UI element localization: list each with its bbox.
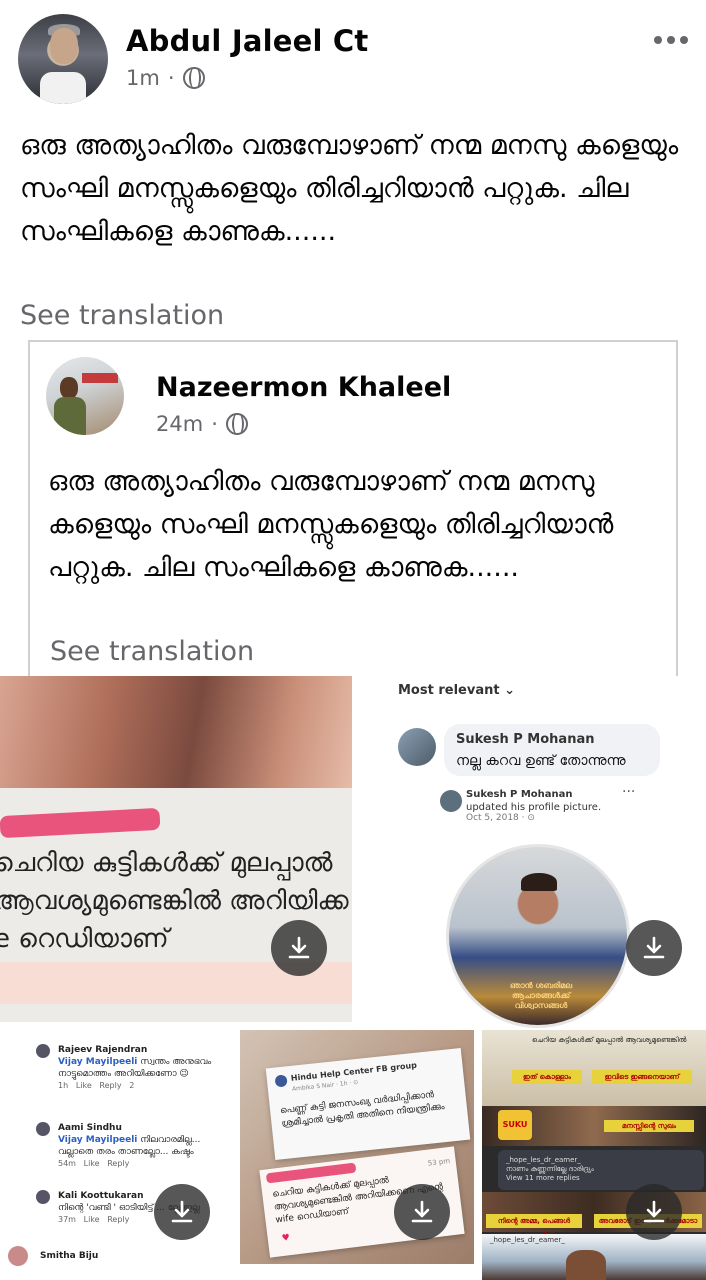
download-icon[interactable] (626, 920, 682, 976)
shared-author-name[interactable]: Nazeermon Khaleel (156, 372, 451, 403)
update-desc: updated his profile picture. (466, 802, 602, 813)
photo-1[interactable]: ചെറിയ കുട്ടികൾക്ക് മുലപ്പാൽ ആവശ്യമുണ്ടെങ… (0, 676, 352, 1022)
group-icon (274, 1074, 288, 1088)
comment-1: Rajeev Rajendran Vijay Mayilpeeli സ്വന്ത… (58, 1045, 212, 1090)
comment-text: നല്ല കറവ ഉണ്ട് തോന്നുന്നു (456, 753, 626, 769)
meme-panel-1: ചെറിയ കുട്ടികൾക്ക് മുലപ്പാൽ ആവശ്യമുണ്ടെങ… (482, 1030, 706, 1106)
meme-top-text: ചെറിയ കുട്ടികൾക്ക് മുലപ്പാൽ ആവശ്യമുണ്ടെങ… (532, 1036, 687, 1044)
post-meta: 1m · (126, 66, 205, 90)
heart-icon: ♥ (281, 1233, 291, 1244)
profile-picture-circle: ഞാൻ ശബരിമല ആചാരങ്ങൾക്ക് വിശ്വാസങ്ങൾ (446, 844, 630, 1028)
update-avatar (440, 790, 462, 812)
commenter-avatar (8, 1246, 28, 1266)
meme-badge: SUKU CHA (498, 1110, 532, 1159)
download-icon[interactable] (626, 1184, 682, 1240)
meme-caption: മനസ്സിന്റെ സുഖം (604, 1120, 694, 1132)
photo-1-line-2: ആവശ്യമുണ്ടെങ്കിൽ അറിയിക്ക (0, 886, 349, 916)
photo-5[interactable]: ചെറിയ കുട്ടികൾക്ക് മുലപ്പാൽ ആവശ്യമുണ്ടെങ… (482, 1030, 706, 1280)
commenter-avatar (398, 728, 436, 766)
commenter-avatar (36, 1122, 50, 1136)
shared-post-text: ഒരു അത്യാഹിതം വരുമ്പോഴാണ് നന്മ മനസു കളെയ… (48, 466, 614, 583)
shared-post-time[interactable]: 24m (156, 412, 203, 436)
post-text: ഒരു അത്യാഹിതം വരുമ്പോഴാണ് നന്മ മനസു കളെയ… (20, 130, 679, 247)
meme-caption: ഇത് കൊള്ളാം (512, 1070, 582, 1084)
photo-2[interactable]: Most relevant ⌄ Sukesh P Mohanan നല്ല കറ… (376, 676, 706, 1028)
update-name: Sukesh P Mohanan (466, 789, 573, 800)
shared-post-meta: 24m · (156, 412, 248, 436)
photo-1-line-1: ചെറിയ കുട്ടികൾക്ക് മുലപ്പാൽ (0, 848, 333, 878)
frame-text: ഞാൻ ശബരിമല ആചാരങ്ങൾക്ക് വിശ്വാസങ്ങൾ (509, 981, 573, 1010)
photo-4[interactable]: Hindu Help Center FB group Ambika S Nair… (240, 1030, 474, 1264)
meme-panel-4: _hope_les_dr_eamer_ (482, 1234, 706, 1280)
screenshot-card-1: Hindu Help Center FB group Ambika S Nair… (265, 1048, 471, 1160)
shared-see-translation-link[interactable]: See translation (50, 636, 254, 667)
meme-panel-2: SUKU CHA മനസ്സിന്റെ സുഖം (482, 1106, 706, 1159)
update-date: Oct 5, 2018 · ⊙ (466, 813, 535, 823)
meme-comment-panel: _hope_les_dr_eamer_ നാണം കുണ്ണുന്നില്ലേ … (498, 1150, 704, 1190)
author-name[interactable]: Abdul Jaleel Ct (126, 24, 368, 58)
more-icon: ··· (622, 784, 636, 800)
update-text: Sukesh P Mohanan updated his profile pic… (466, 788, 616, 814)
meta-separator: · (211, 412, 218, 436)
photo-1-skin-closeup (0, 676, 352, 788)
see-translation-link[interactable]: See translation (20, 300, 224, 331)
sort-label: Most relevant ⌄ (398, 683, 515, 698)
meme-comment: _hope_les_dr_eamer_ നാണം കുണ്ണുന്നില്ലേ … (506, 1156, 594, 1182)
message-time: 53 pm (427, 1156, 451, 1168)
group-post-text: പെണ്ണ് കുട്ടി ജനസംഖ്യ വർദ്ധിപ്പിക്കാൻ ശ്… (279, 1090, 446, 1130)
more-options-icon[interactable] (654, 36, 688, 44)
download-icon[interactable] (394, 1184, 450, 1240)
download-icon[interactable] (271, 920, 327, 976)
meme-caption: ഇവിടെ ഇങ്ങനെയാണ് (592, 1070, 692, 1084)
meme-caption: നിന്റെ അമ്മ, പെങ്ങൾ ആണെങ്കിൽ (486, 1214, 582, 1239)
comment-name: Sukesh P Mohanan (456, 732, 595, 747)
post-time[interactable]: 1m (126, 66, 160, 90)
download-icon[interactable] (154, 1184, 210, 1240)
comment-4: Smitha Biju (40, 1251, 99, 1261)
meme-bottom-name: _hope_les_dr_eamer_ (490, 1236, 565, 1244)
globe-icon (225, 413, 248, 435)
commenter-avatar (36, 1190, 50, 1204)
globe-icon (182, 67, 205, 89)
comment-2: Aami Sindhu Vijay Mayilpeeli നിലവാരമില്ല… (58, 1123, 201, 1168)
photo-3[interactable]: Rajeev Rajendran Vijay Mayilpeeli സ്വന്ത… (0, 1030, 232, 1280)
shared-author-avatar[interactable] (46, 357, 124, 435)
commenter-avatar (36, 1044, 50, 1058)
author-avatar[interactable] (18, 14, 108, 104)
meta-separator: · (167, 66, 175, 90)
